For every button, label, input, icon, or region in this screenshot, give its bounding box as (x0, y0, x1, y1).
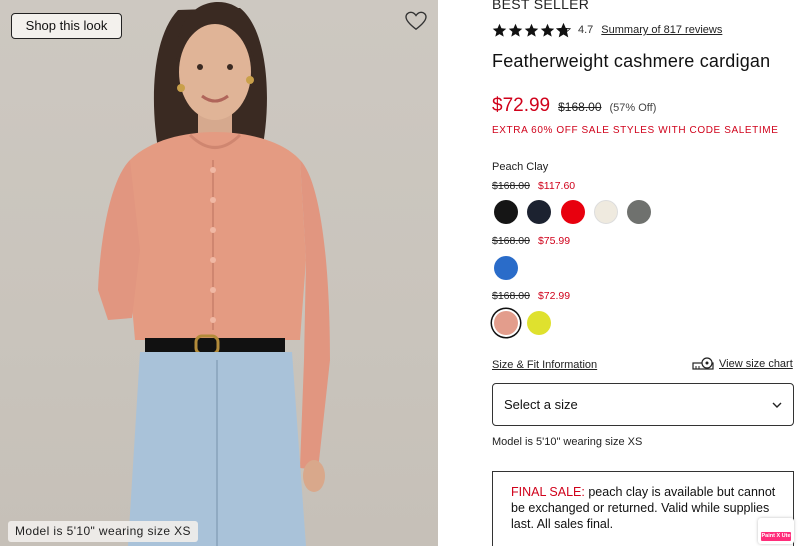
model-size-caption: Model is 5'10" wearing size XS (8, 521, 198, 542)
price-tier-1: $168.00 $117.60 (492, 180, 575, 192)
tier-original-price: $168.00 (492, 235, 530, 247)
original-price: $168.00 (558, 100, 602, 114)
star-icon (540, 23, 555, 37)
price-tier-2: $168.00 $75.99 (492, 235, 570, 247)
tier-original-price: $168.00 (492, 180, 530, 192)
swatch-navy[interactable] (527, 200, 551, 224)
heart-icon[interactable] (405, 11, 427, 31)
paint-x-ute-label: Paint X Ute (761, 532, 791, 541)
product-image[interactable]: Shop this look Model is 5'10" wearing si… (0, 0, 438, 546)
selected-color-label: Peach Clay (492, 161, 549, 173)
final-sale-label: FINAL SALE: (511, 485, 585, 499)
swatch-yellow[interactable] (527, 311, 551, 335)
reviews-link[interactable]: Summary of 817 reviews (601, 24, 722, 36)
star-icon (492, 23, 507, 37)
price-tier-3: $168.00 $72.99 (492, 290, 570, 302)
swatch-grey[interactable] (627, 200, 651, 224)
star-rating (492, 22, 571, 38)
model-size-note: Model is 5'10" wearing size XS (492, 436, 643, 448)
swatch-black[interactable] (494, 200, 518, 224)
sale-price: $72.99 (492, 95, 551, 116)
star-icon (524, 23, 539, 37)
swatch-peach-clay[interactable] (494, 311, 518, 335)
swatch-red[interactable] (561, 200, 585, 224)
discount-percent: (57% Off) (609, 102, 657, 114)
view-size-chart-link[interactable]: View size chart (692, 357, 793, 371)
final-sale-notice: FINAL SALE: peach clay is available but … (492, 471, 794, 546)
swatch-ivory[interactable] (594, 200, 618, 224)
size-fit-link[interactable]: Size & Fit Information (492, 359, 597, 371)
size-select-label: Select a size (504, 397, 578, 412)
rating-value: 4.7 (578, 24, 594, 36)
rating-row: 4.7 Summary of 817 reviews (492, 21, 722, 39)
tier-sale-price: $117.60 (537, 180, 576, 192)
swatch-blue[interactable] (494, 256, 518, 280)
tier-original-price: $168.00 (492, 290, 530, 302)
model-photo-illustration (98, 2, 330, 546)
star-half-icon (556, 22, 571, 37)
tier-sale-price: $75.99 (537, 235, 571, 247)
size-select-dropdown[interactable]: Select a size (492, 383, 794, 426)
chevron-down-icon (772, 402, 782, 408)
product-title: Featherweight cashmere cardigan (492, 51, 771, 71)
price-row: $72.99 $168.00 (57% Off) (492, 95, 656, 117)
promo-message: EXTRA 60% OFF SALE STYLES WITH CODE SALE… (492, 125, 779, 136)
paint-x-ute-extension-button[interactable]: Paint X Ute (758, 518, 794, 544)
best-seller-badge: BEST SELLER (492, 0, 590, 12)
tier-sale-price: $72.99 (537, 290, 571, 302)
tape-measure-icon (692, 357, 714, 370)
shop-this-look-button[interactable]: Shop this look (11, 13, 122, 39)
star-icon (508, 23, 523, 37)
view-size-chart-label: View size chart (719, 358, 793, 370)
